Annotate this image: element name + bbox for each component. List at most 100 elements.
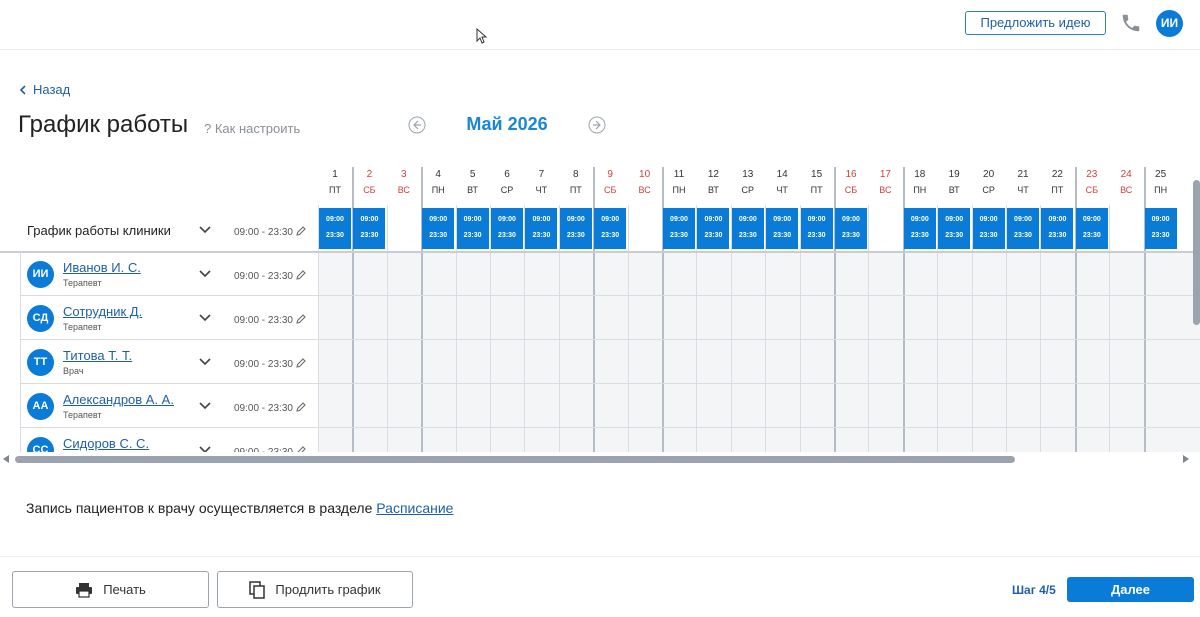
shift-start: 09:00 xyxy=(498,216,516,223)
how-to-setup-link[interactable]: ? Как настроить xyxy=(204,121,300,136)
shift-end: 23:30 xyxy=(704,232,723,239)
chevron-down-icon[interactable] xyxy=(198,445,212,452)
clinic-shift-block[interactable]: 09:00 23:30 xyxy=(938,208,971,249)
clinic-shift-block[interactable]: 09:00 23:30 xyxy=(1041,208,1074,249)
vertical-scrollbar[interactable] xyxy=(1193,180,1200,325)
day-number: 15 xyxy=(811,169,823,180)
day-of-week: ПТ xyxy=(569,185,582,195)
schedule-link[interactable]: Расписание xyxy=(376,500,453,516)
day-header: 2 СБ xyxy=(352,167,386,197)
print-button[interactable]: Печать xyxy=(12,571,209,608)
day-header: 1 ПТ xyxy=(318,167,352,197)
back-link[interactable]: Назад xyxy=(19,82,70,97)
next-month-icon[interactable] xyxy=(588,116,606,134)
employee-avatar: СД xyxy=(27,305,54,332)
clinic-shift-block[interactable]: 09:00 23:30 xyxy=(972,208,1005,249)
clinic-shift-block[interactable]: 09:00 23:30 xyxy=(1007,208,1039,249)
next-button[interactable]: Далее xyxy=(1067,577,1194,602)
clinic-shift-block[interactable]: 09:00 23:30 xyxy=(353,208,386,249)
pencil-icon[interactable] xyxy=(295,357,307,369)
phone-icon[interactable] xyxy=(1120,12,1142,34)
employee-name-link[interactable]: Титова Т. Т. xyxy=(63,348,132,363)
schedule-grid: График работы клиники 09:00 - 23:30 1 ПТ 0… xyxy=(0,163,1200,452)
clinic-shift-block[interactable]: 09:00 23:30 xyxy=(319,208,351,249)
clinic-shift-block[interactable]: 09:00 23:30 xyxy=(766,208,799,249)
day-number: 17 xyxy=(879,169,891,180)
shift-start: 09:00 xyxy=(463,216,482,223)
day-number: 8 xyxy=(573,169,579,180)
employee-name-link[interactable]: Александров А. А. xyxy=(63,392,174,407)
printer-icon xyxy=(76,582,93,598)
day-of-week: ВТ xyxy=(948,185,960,195)
employee-avatar: АА xyxy=(27,393,54,420)
clinic-shift-block[interactable]: 09:00 23:30 xyxy=(525,208,558,249)
day-number: 23 xyxy=(1086,169,1098,180)
employee-role: Терапевт xyxy=(63,410,102,420)
scroll-right-icon[interactable] xyxy=(1183,455,1189,463)
day-separator xyxy=(386,205,388,452)
day-number: 22 xyxy=(1051,169,1063,180)
suggest-idea-button[interactable]: Предложить идею xyxy=(965,11,1106,35)
clinic-shift-block[interactable]: 09:00 23:30 xyxy=(663,208,695,249)
shift-end: 23:30 xyxy=(670,232,688,239)
day-number: 10 xyxy=(639,169,651,180)
day-separator xyxy=(1109,205,1111,452)
chevron-down-icon[interactable] xyxy=(198,313,212,323)
employee-name-link[interactable]: Сотрудник Д. xyxy=(63,304,142,319)
clinic-shift-block[interactable]: 09:00 23:30 xyxy=(1075,208,1108,249)
employee-hours: 09:00 - 23:30 xyxy=(234,403,293,414)
clinic-shift-block[interactable]: 09:00 23:30 xyxy=(422,208,455,249)
day-of-week: ВС xyxy=(879,185,892,195)
day-header: 15 ПТ xyxy=(800,167,834,197)
user-avatar[interactable]: ИИ xyxy=(1156,10,1183,37)
chevron-down-icon[interactable] xyxy=(198,225,212,235)
chevron-down-icon[interactable] xyxy=(198,401,212,411)
shift-start: 09:00 xyxy=(1151,216,1170,223)
horizontal-scrollbar[interactable] xyxy=(0,452,1200,466)
employee-avatar: ИИ xyxy=(27,261,54,288)
day-separator xyxy=(627,205,629,452)
pencil-icon[interactable] xyxy=(295,313,307,325)
clinic-shift-block[interactable]: 09:00 23:30 xyxy=(1144,208,1177,249)
clinic-shift-block[interactable]: 09:00 23:30 xyxy=(835,208,867,249)
employee-avatar: ТТ xyxy=(27,349,54,376)
clinic-shift-block[interactable]: 09:00 23:30 xyxy=(731,208,764,249)
chevron-down-icon[interactable] xyxy=(198,269,212,279)
clinic-shift-block[interactable]: 09:00 23:30 xyxy=(491,208,523,249)
day-of-week: СР xyxy=(500,185,514,195)
pencil-icon[interactable] xyxy=(295,401,307,413)
day-header: 7 ЧТ xyxy=(524,167,558,197)
clinic-shift-block[interactable]: 09:00 23:30 xyxy=(800,208,833,249)
shift-end: 23:30 xyxy=(360,232,379,239)
clinic-shift-block[interactable]: 09:00 23:30 xyxy=(456,208,489,249)
pencil-icon[interactable] xyxy=(295,269,307,281)
employee-name-link[interactable]: Иванов И. С. xyxy=(63,260,141,275)
day-number: 7 xyxy=(538,169,545,180)
clinic-shift-block[interactable]: 09:00 23:30 xyxy=(697,208,730,249)
shift-end: 23:30 xyxy=(979,232,998,239)
day-header: 21 ЧТ xyxy=(1006,167,1040,197)
shift-start: 09:00 xyxy=(945,216,964,223)
employee-name-link[interactable]: Сидоров С. С. xyxy=(63,436,149,451)
day-header: 20 СР xyxy=(972,167,1006,197)
clinic-shift-block[interactable]: 09:00 23:30 xyxy=(594,208,627,249)
prev-month-icon[interactable] xyxy=(408,116,426,134)
pencil-icon[interactable] xyxy=(295,445,307,452)
day-of-week: ВС xyxy=(638,185,651,195)
page-title: График работы xyxy=(18,111,189,138)
scroll-thumb[interactable] xyxy=(15,456,1015,463)
clinic-shift-block[interactable]: 09:00 23:30 xyxy=(559,208,592,249)
scroll-left-icon[interactable] xyxy=(3,455,9,463)
extend-schedule-button[interactable]: Продлить график xyxy=(217,571,413,608)
shift-start: 09:00 xyxy=(979,216,998,223)
day-number: 18 xyxy=(914,169,926,180)
shift-end: 23:30 xyxy=(738,232,757,239)
employee-cells-area xyxy=(318,252,1200,452)
clinic-shift-block[interactable]: 09:00 23:30 xyxy=(903,208,936,249)
day-number: 25 xyxy=(1155,169,1167,180)
day-separator xyxy=(868,205,870,452)
shift-end: 23:30 xyxy=(1014,232,1032,239)
pencil-icon[interactable] xyxy=(295,225,307,237)
employee-role: Терапевт xyxy=(63,322,102,332)
chevron-down-icon[interactable] xyxy=(198,357,212,367)
